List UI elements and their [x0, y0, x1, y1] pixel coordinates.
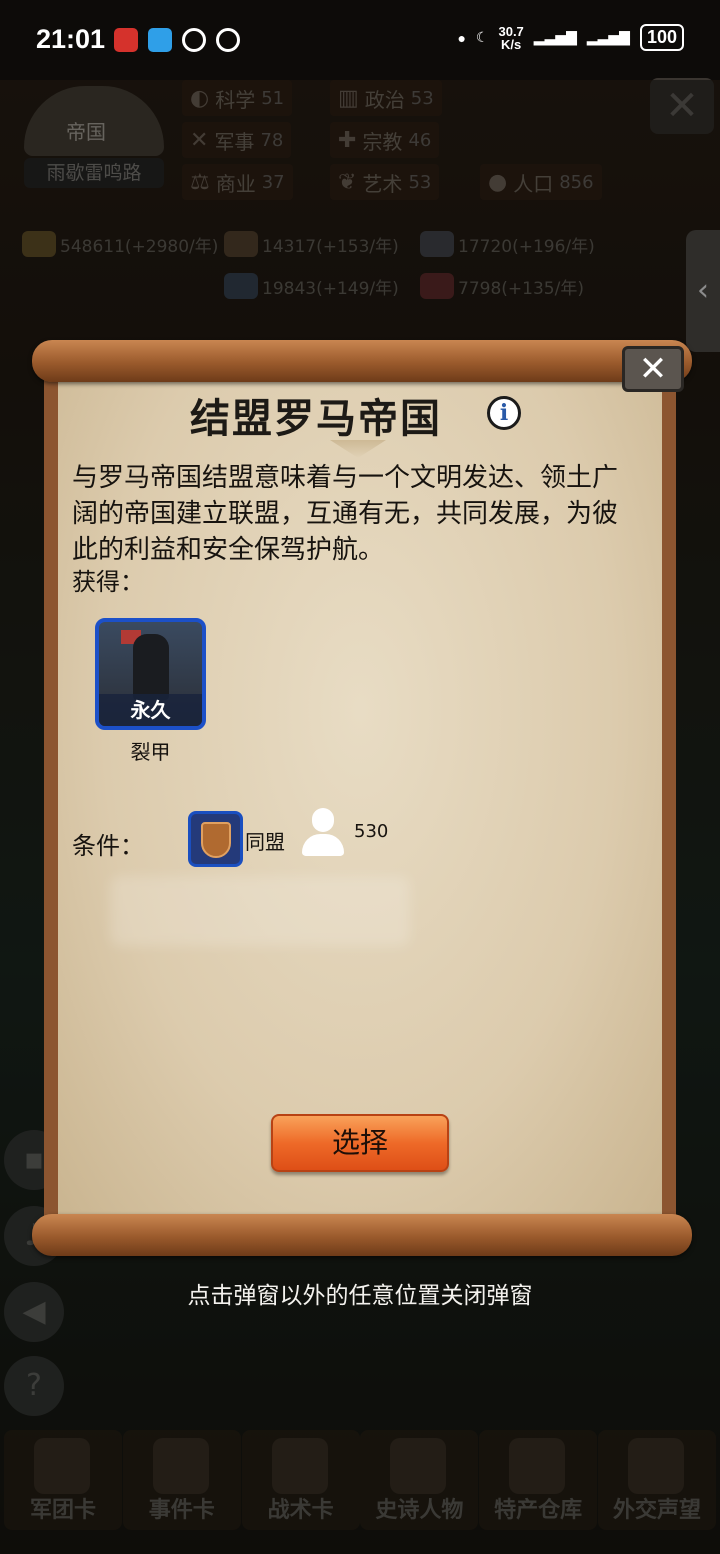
browser-notification-icon	[148, 28, 172, 52]
close-icon: ✕	[638, 349, 668, 389]
shield-icon	[201, 822, 231, 858]
scroll-rod-bottom	[32, 1214, 692, 1256]
microphone-icon: ●	[457, 29, 466, 46]
gain-label: 获得：	[72, 568, 144, 596]
status-bar: 21:01 ● ☾ 30.7 K/s ▂▃▅▇ ▂▃▅▇ 100	[0, 0, 720, 80]
dialog-description: 与罗马帝国结盟意味着与一个文明发达、领土广阔的帝国建立联盟，互通有无，共同发展，…	[72, 463, 619, 565]
condition-label: 条件：	[72, 832, 144, 860]
status-right: ● ☾ 30.7 K/s ▂▃▅▇ ▂▃▅▇ 100	[457, 24, 684, 51]
app-notification-icon	[114, 28, 138, 52]
population-required: 530	[354, 821, 389, 842]
alliance-badge	[188, 811, 243, 867]
signal-icon: ▂▃▅▇	[533, 29, 577, 45]
dialog-title: 结盟罗马帝国	[190, 396, 442, 442]
status-time: 21:01	[36, 24, 106, 54]
reward-card[interactable]: 永久	[95, 618, 206, 730]
alarm-icon	[216, 28, 240, 52]
reward-name: 裂甲	[130, 740, 171, 764]
network-speed: 30.7 K/s	[498, 23, 524, 52]
notification-icons	[114, 28, 240, 52]
scroll-rod-top	[32, 340, 692, 382]
condition-type: 同盟	[245, 830, 285, 854]
info-icon[interactable]: i	[487, 396, 521, 430]
close-hint: 点击弹窗以外的任意位置关闭弹窗	[187, 1283, 533, 1309]
eye-icon	[182, 28, 206, 52]
reward-duration-badge: 永久	[99, 694, 202, 726]
dialog-close-button[interactable]: ✕	[622, 346, 684, 392]
knight-icon	[133, 634, 169, 700]
battery-icon: 100	[639, 24, 684, 51]
signal-icon-2: ▂▃▅▇	[586, 29, 630, 45]
choose-button[interactable]: 选择	[271, 1114, 449, 1172]
faded-watermark	[110, 876, 410, 946]
moon-icon: ☾	[475, 29, 489, 45]
person-icon	[300, 808, 344, 856]
